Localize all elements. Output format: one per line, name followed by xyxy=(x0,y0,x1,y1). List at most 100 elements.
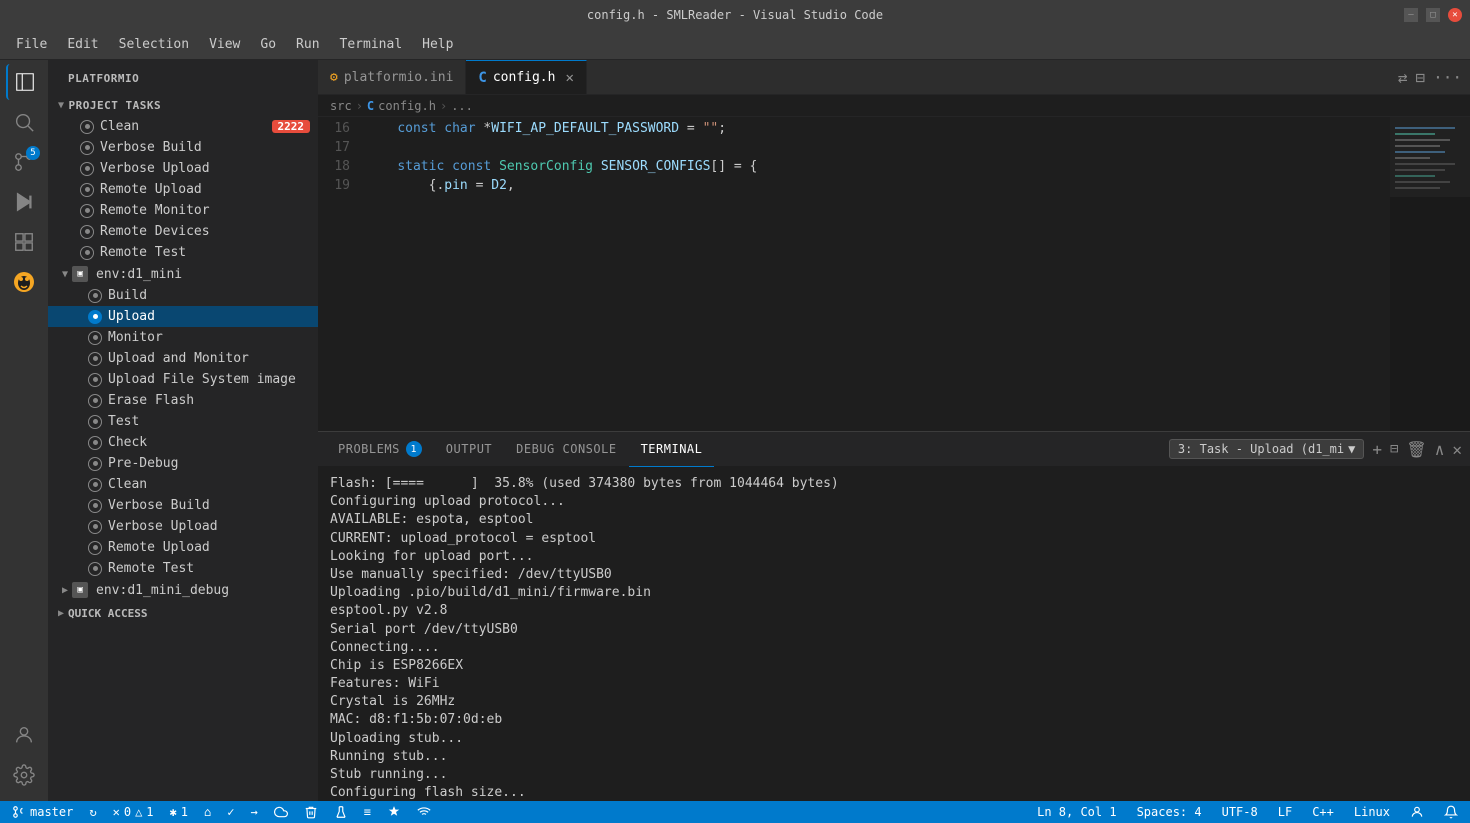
code-editor[interactable]: 16 17 18 19 const char *WIFI_AP_DEFAULT_… xyxy=(318,117,1470,431)
sidebar-item-upload[interactable]: Upload xyxy=(48,306,318,327)
project-tasks-section[interactable]: ▼ PROJECT TASKS xyxy=(48,93,318,116)
status-right: Ln 8, Col 1 Spaces: 4 UTF-8 LF C++ Linux xyxy=(1033,805,1462,819)
quick-access-section[interactable]: ▶ QUICK ACCESS xyxy=(48,601,318,624)
code-content[interactable]: const char *WIFI_AP_DEFAULT_PASSWORD = "… xyxy=(358,117,1390,431)
os-item[interactable]: Linux xyxy=(1350,805,1394,819)
menu-view[interactable]: View xyxy=(201,33,248,56)
terminal-trash-button[interactable]: 🗑 xyxy=(1406,440,1426,459)
terminal-add-button[interactable]: + xyxy=(1372,440,1382,459)
terminal-split-button[interactable]: ⊟ xyxy=(1390,441,1398,457)
terminal-collapse-button[interactable]: ∧ xyxy=(1435,440,1445,459)
encoding-item[interactable]: UTF-8 xyxy=(1218,805,1262,819)
breadcrumb-symbol[interactable]: ... xyxy=(451,99,473,113)
position-item[interactable]: Ln 8, Col 1 xyxy=(1033,805,1120,819)
minimize-button[interactable]: — xyxy=(1404,8,1418,22)
breadcrumb-sep2: › xyxy=(440,99,447,113)
env-d1-mini-debug-header[interactable]: ▶ ▣ env:d1_mini_debug xyxy=(48,579,318,601)
menu-go[interactable]: Go xyxy=(252,33,284,56)
activity-account[interactable] xyxy=(6,717,42,753)
terminal-close-button[interactable]: ✕ xyxy=(1452,440,1462,459)
check-item[interactable]: ✓ xyxy=(223,805,238,819)
sidebar-item-check[interactable]: Check xyxy=(48,432,318,453)
activity-extensions[interactable] xyxy=(6,224,42,260)
language-item[interactable]: C++ xyxy=(1308,805,1338,819)
menu-terminal[interactable]: Terminal xyxy=(332,33,411,56)
sidebar-item-upload-fs[interactable]: Upload File System image xyxy=(48,369,318,390)
tab-split-icon[interactable]: ⇄ xyxy=(1398,68,1408,87)
notifications-item[interactable] xyxy=(1440,805,1462,819)
activity-run[interactable] xyxy=(6,184,42,220)
os-label: Linux xyxy=(1354,805,1390,819)
sidebar-item-verbose-upload[interactable]: Verbose Upload xyxy=(48,516,318,537)
sidebar-item-verbose-build[interactable]: Verbose Build xyxy=(48,495,318,516)
sidebar-item-upload-and-monitor[interactable]: Upload and Monitor xyxy=(48,348,318,369)
tab-layout-icon[interactable]: ⊟ xyxy=(1415,68,1425,87)
tab-problems[interactable]: PROBLEMS 1 xyxy=(326,432,434,467)
terminal-line: Configuring upload protocol... xyxy=(330,493,1458,511)
terminal-selector-dropdown[interactable]: 3: Task - Upload (d1_mi ▼ xyxy=(1169,439,1364,459)
git-branch-item[interactable]: master xyxy=(8,805,77,819)
sidebar-item-build[interactable]: Build xyxy=(48,285,318,306)
menu-item-status[interactable]: ≡ xyxy=(360,805,375,819)
tab-debug-console[interactable]: DEBUG CONSOLE xyxy=(504,432,628,467)
main-layout: 5 xyxy=(0,60,1470,801)
activity-search[interactable] xyxy=(6,104,42,140)
close-button[interactable]: ✕ xyxy=(1448,8,1462,22)
menu-edit[interactable]: Edit xyxy=(59,33,106,56)
sidebar-item-test[interactable]: Test xyxy=(48,411,318,432)
tab-more-icon[interactable]: ··· xyxy=(1433,68,1462,87)
sidebar-item-remote-upload-top[interactable]: Remote Upload xyxy=(48,179,318,200)
trash-item[interactable] xyxy=(300,805,322,819)
errors-item[interactable]: ✕ 0 △ 1 xyxy=(109,805,158,819)
account-status-item[interactable] xyxy=(1406,805,1428,819)
sidebar-item-remote-monitor-top[interactable]: Remote Monitor xyxy=(48,200,318,221)
sidebar-item-verbose-build-top[interactable]: Verbose Build xyxy=(48,137,318,158)
arrow-item[interactable]: → xyxy=(246,805,261,819)
sidebar-item-clean-top[interactable]: Clean 2222 xyxy=(48,116,318,137)
breadcrumb: src › C config.h › ... xyxy=(318,95,1470,117)
tab-output[interactable]: OUTPUT xyxy=(434,432,504,467)
sidebar-item-remote-test-top[interactable]: Remote Test xyxy=(48,242,318,263)
sidebar-item-monitor[interactable]: Monitor xyxy=(48,327,318,348)
activity-platformio[interactable] xyxy=(6,264,42,300)
item-circle-icon xyxy=(80,141,94,155)
maximize-button[interactable]: □ xyxy=(1426,8,1440,22)
sidebar-item-remote-devices-top[interactable]: Remote Devices xyxy=(48,221,318,242)
pin-item[interactable] xyxy=(383,805,405,819)
menu-file[interactable]: File xyxy=(8,33,55,56)
activity-explorer[interactable] xyxy=(6,64,42,100)
tab-terminal[interactable]: TERMINAL xyxy=(629,432,715,467)
menu-run[interactable]: Run xyxy=(288,33,327,56)
breadcrumb-src[interactable]: src xyxy=(330,99,352,113)
item-circle-icon xyxy=(80,246,94,260)
sidebar-item-erase-flash[interactable]: Erase Flash xyxy=(48,390,318,411)
workers-item[interactable]: ✱ 1 xyxy=(166,805,192,819)
tab-config-h[interactable]: C config.h ✕ xyxy=(466,60,587,94)
sidebar-item-remote-test[interactable]: Remote Test xyxy=(48,558,318,579)
config-h-icon: C xyxy=(478,70,486,86)
flask-item[interactable] xyxy=(330,805,352,819)
menu-help[interactable]: Help xyxy=(414,33,461,56)
tab-platformio-ini[interactable]: ⚙ platformio.ini xyxy=(318,60,466,94)
sidebar-item-pre-debug[interactable]: Pre-Debug xyxy=(48,453,318,474)
item-circle-icon xyxy=(88,541,102,555)
encoding-label: UTF-8 xyxy=(1222,805,1258,819)
spaces-item[interactable]: Spaces: 4 xyxy=(1133,805,1206,819)
breadcrumb-file[interactable]: config.h xyxy=(378,99,436,113)
env-debug-chevron-icon: ▶ xyxy=(62,585,68,596)
cloud-item[interactable] xyxy=(270,805,292,819)
tab-close-button[interactable]: ✕ xyxy=(565,70,573,86)
home-item[interactable]: ⌂ xyxy=(200,805,215,819)
sync-item[interactable]: ↻ xyxy=(85,805,100,819)
terminal-content[interactable]: Flash: [==== ] 35.8% (used 374380 bytes … xyxy=(318,467,1470,801)
sidebar-item-verbose-upload-top[interactable]: Verbose Upload xyxy=(48,158,318,179)
activity-source-control[interactable]: 5 xyxy=(6,144,42,180)
env-d1-mini-header[interactable]: ▼ ▣ env:d1_mini xyxy=(48,263,318,285)
broadcast-item[interactable] xyxy=(413,805,435,819)
line-ending-item[interactable]: LF xyxy=(1274,805,1296,819)
sidebar-item-clean[interactable]: Clean xyxy=(48,474,318,495)
activity-settings[interactable] xyxy=(6,757,42,793)
terminal-line: Running stub... xyxy=(330,748,1458,766)
menu-selection[interactable]: Selection xyxy=(111,33,197,56)
sidebar-item-remote-upload[interactable]: Remote Upload xyxy=(48,537,318,558)
